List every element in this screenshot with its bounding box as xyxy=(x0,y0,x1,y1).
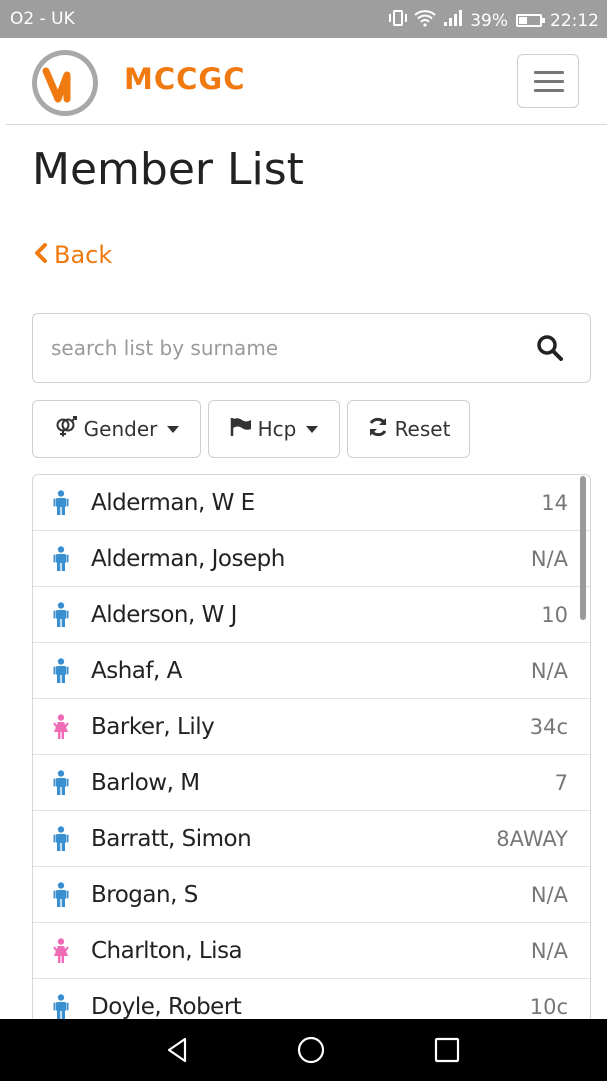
reset-label: Reset xyxy=(394,417,451,441)
club-logo[interactable] xyxy=(32,50,98,116)
back-label: Back xyxy=(54,241,113,269)
member-row[interactable]: Alderman, W E 14 xyxy=(33,475,590,531)
member-handicap: 14 xyxy=(541,490,568,515)
caret-down-icon xyxy=(167,425,180,433)
member-row[interactable]: Barlow, M 7 xyxy=(33,755,590,811)
male-icon xyxy=(53,994,69,1020)
hcp-filter-button[interactable]: Hcp xyxy=(208,400,340,458)
member-handicap: N/A xyxy=(530,938,568,963)
search-box xyxy=(32,313,591,383)
battery-percent: 39% xyxy=(470,10,508,31)
member-name: Brogan, S xyxy=(91,881,198,908)
member-handicap: 8AWAY xyxy=(496,826,568,851)
member-row[interactable]: Ashaf, A N/A xyxy=(33,643,590,699)
member-handicap: 10c xyxy=(529,994,568,1019)
vibrate-icon xyxy=(388,9,408,32)
caret-down-icon xyxy=(306,425,319,433)
signal-icon xyxy=(442,9,464,32)
top-navbar: MCCGC xyxy=(6,38,607,125)
male-icon xyxy=(53,826,69,852)
member-handicap: N/A xyxy=(530,546,568,571)
clock: 22:12 xyxy=(550,10,599,31)
member-name: Ashaf, A xyxy=(91,657,182,684)
male-icon xyxy=(53,490,69,516)
member-name: Barratt, Simon xyxy=(91,825,252,852)
member-list: Alderman, W E 14 Alderman, Joseph N/A Alders… xyxy=(32,474,591,1034)
member-handicap: 34c xyxy=(529,714,568,739)
battery-icon xyxy=(516,14,545,27)
member-name: Alderson, W J xyxy=(91,601,237,628)
system-nav-bar xyxy=(0,1019,607,1081)
male-icon xyxy=(53,602,69,628)
member-handicap: N/A xyxy=(530,658,568,683)
back-triangle-icon[interactable] xyxy=(163,1035,193,1065)
home-circle-icon[interactable] xyxy=(296,1035,326,1065)
male-icon xyxy=(53,770,69,796)
member-name: Alderman, W E xyxy=(91,489,255,516)
member-name: Charlton, Lisa xyxy=(91,937,243,964)
status-bar: O2 - UK 39% 22:12 xyxy=(0,0,607,38)
reset-button[interactable]: Reset xyxy=(347,400,470,458)
search-input[interactable] xyxy=(51,328,511,368)
member-handicap: 7 xyxy=(554,770,568,795)
male-icon xyxy=(53,546,69,572)
gender-icon xyxy=(54,415,78,443)
member-row[interactable]: Alderman, Joseph N/A xyxy=(33,531,590,587)
page-title: Member List xyxy=(32,144,304,195)
brand-name[interactable]: MCCGC xyxy=(124,62,246,96)
flag-icon xyxy=(230,417,252,442)
search-icon[interactable] xyxy=(536,334,564,362)
female-icon xyxy=(53,714,69,740)
member-name: Doyle, Robert xyxy=(91,993,242,1020)
back-link[interactable]: Back xyxy=(34,241,112,269)
member-row[interactable]: Charlton, Lisa N/A xyxy=(33,923,590,979)
male-icon xyxy=(53,658,69,684)
member-handicap: N/A xyxy=(530,882,568,907)
refresh-icon xyxy=(367,416,389,443)
member-handicap: 10 xyxy=(541,602,568,627)
member-row[interactable]: Barratt, Simon 8AWAY xyxy=(33,811,590,867)
scrollbar[interactable] xyxy=(580,476,586,620)
female-icon xyxy=(53,938,69,964)
male-icon xyxy=(53,882,69,908)
gender-filter-button[interactable]: Gender xyxy=(32,400,201,458)
member-row[interactable]: Barker, Lily 34c xyxy=(33,699,590,755)
member-name: Barlow, M xyxy=(91,769,200,796)
carrier-label: O2 - UK xyxy=(10,9,75,29)
member-row[interactable]: Brogan, S N/A xyxy=(33,867,590,923)
member-row[interactable]: Alderson, W J 10 xyxy=(33,587,590,643)
member-name: Barker, Lily xyxy=(91,713,215,740)
chevron-left-icon xyxy=(34,241,48,269)
member-name: Alderman, Joseph xyxy=(91,545,285,572)
menu-toggle-button[interactable] xyxy=(517,54,579,108)
recents-square-icon[interactable] xyxy=(432,1035,462,1065)
hcp-filter-label: Hcp xyxy=(257,417,297,441)
wifi-icon xyxy=(414,9,436,32)
gender-filter-label: Gender xyxy=(83,417,158,441)
